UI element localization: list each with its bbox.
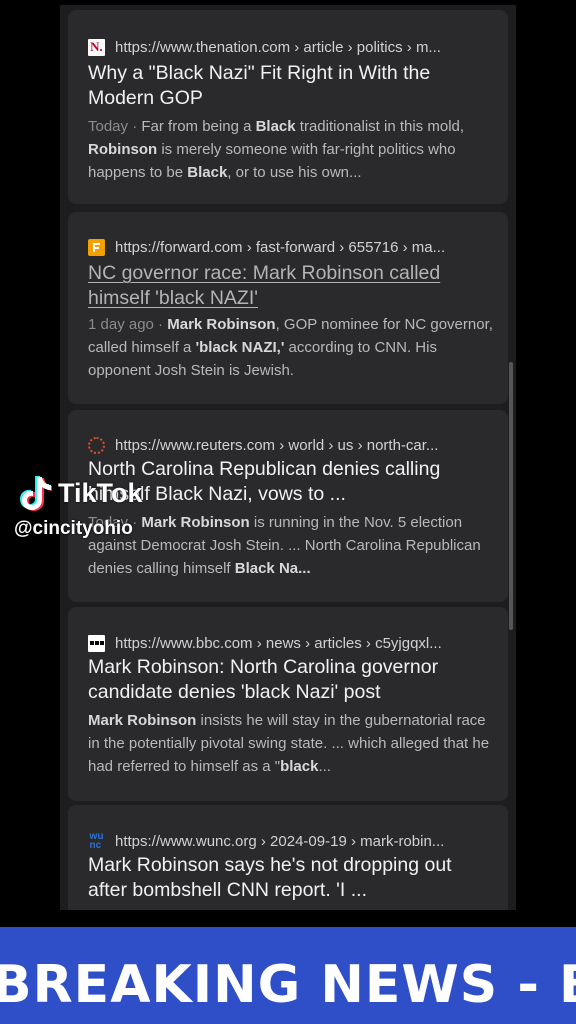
tiktok-brand: TikTok <box>58 477 143 508</box>
tiktok-watermark: TikTok <box>18 474 143 512</box>
result-url[interactable]: https://www.bbc.com › news › articles › … <box>115 635 442 652</box>
snippet-text: Far from being a <box>141 118 256 135</box>
tiktok-icon <box>20 476 52 511</box>
snippet-highlight: Mark Robinson <box>167 316 276 333</box>
snippet-text: , or to use his own... <box>227 164 362 181</box>
result-snippet: Today · Far from being a Black tradition… <box>88 118 465 181</box>
result-snippet: Today · Mark Robinson is running in the … <box>88 514 481 577</box>
snippet-highlight: Mark Robinson <box>88 712 197 729</box>
reuters-icon <box>88 436 105 454</box>
snippet-highlight: Mark Robinson <box>141 514 250 531</box>
result-title[interactable]: North Carolina Republican denies calling… <box>88 457 494 506</box>
result-url[interactable]: https://forward.com › fast-forward › 655… <box>115 239 445 256</box>
result-url-row[interactable]: https://forward.com › fast-forward › 655… <box>88 237 494 257</box>
banner-text: BREAKING NEWS - BREAKING NEWS <box>0 955 576 1015</box>
snippet-highlight: 'black NAZI,' <box>195 339 285 356</box>
forward-icon <box>88 238 105 256</box>
result-url-row[interactable]: https://www.bbc.com › news › articles › … <box>88 633 494 653</box>
snippet-highlight: Black <box>255 118 296 135</box>
result-title[interactable]: Mark Robinson: North Carolina governor c… <box>88 655 494 704</box>
result-date: 1 day ago <box>88 316 154 333</box>
result-date: Today <box>88 118 129 135</box>
snippet-text: ... <box>318 758 331 775</box>
result-url-row[interactable]: wu nc https://www.wunc.org › 2024-09-19 ›… <box>88 831 494 851</box>
snippet-highlight: Black Na... <box>234 560 311 577</box>
result-url[interactable]: https://www.thenation.com › article › po… <box>115 39 441 56</box>
result-card[interactable]: https://forward.com › fast-forward › 655… <box>68 212 508 404</box>
bbc-icon <box>88 634 105 652</box>
the-nation-icon: N. <box>88 38 105 56</box>
snippet-highlight: Robinson <box>88 141 158 158</box>
result-snippet: 1 day ago · Mark Robinson, GOP nominee f… <box>88 316 493 379</box>
result-title[interactable]: NC governor race: Mark Robinson called h… <box>88 261 494 310</box>
result-url[interactable]: https://www.reuters.com › world › us › n… <box>115 437 438 454</box>
snippet-text: traditionalist in this mold, <box>295 118 465 135</box>
breaking-news-banner: BREAKING NEWS - BREAKING NEWS <box>0 927 576 1024</box>
snippet-highlight: Black <box>187 164 228 181</box>
result-url-row[interactable]: https://www.reuters.com › world › us › n… <box>88 435 494 455</box>
result-card[interactable]: N. https://www.thenation.com › article › … <box>68 10 508 204</box>
result-title[interactable]: Why a "Black Nazi" Fit Right in With the… <box>88 61 494 110</box>
tiktok-handle: @cincityohio <box>14 518 133 539</box>
result-title[interactable]: Mark Robinson says he's not dropping out… <box>88 853 494 902</box>
scrollbar[interactable] <box>509 362 513 630</box>
wunc-icon: wu nc <box>89 831 104 851</box>
snippet-highlight: black <box>280 758 319 775</box>
result-snippet: Mark Robinson insists he will stay in th… <box>88 709 494 778</box>
result-card[interactable]: https://www.bbc.com › news › articles › … <box>68 607 508 801</box>
result-card[interactable]: wu nc https://www.wunc.org › 2024-09-19 ›… <box>68 805 508 910</box>
result-url-row[interactable]: N. https://www.thenation.com › article › … <box>88 37 494 57</box>
search-results-screen: N. https://www.thenation.com › article › … <box>60 5 516 910</box>
result-url[interactable]: https://www.wunc.org › 2024-09-19 › mark… <box>115 833 444 850</box>
